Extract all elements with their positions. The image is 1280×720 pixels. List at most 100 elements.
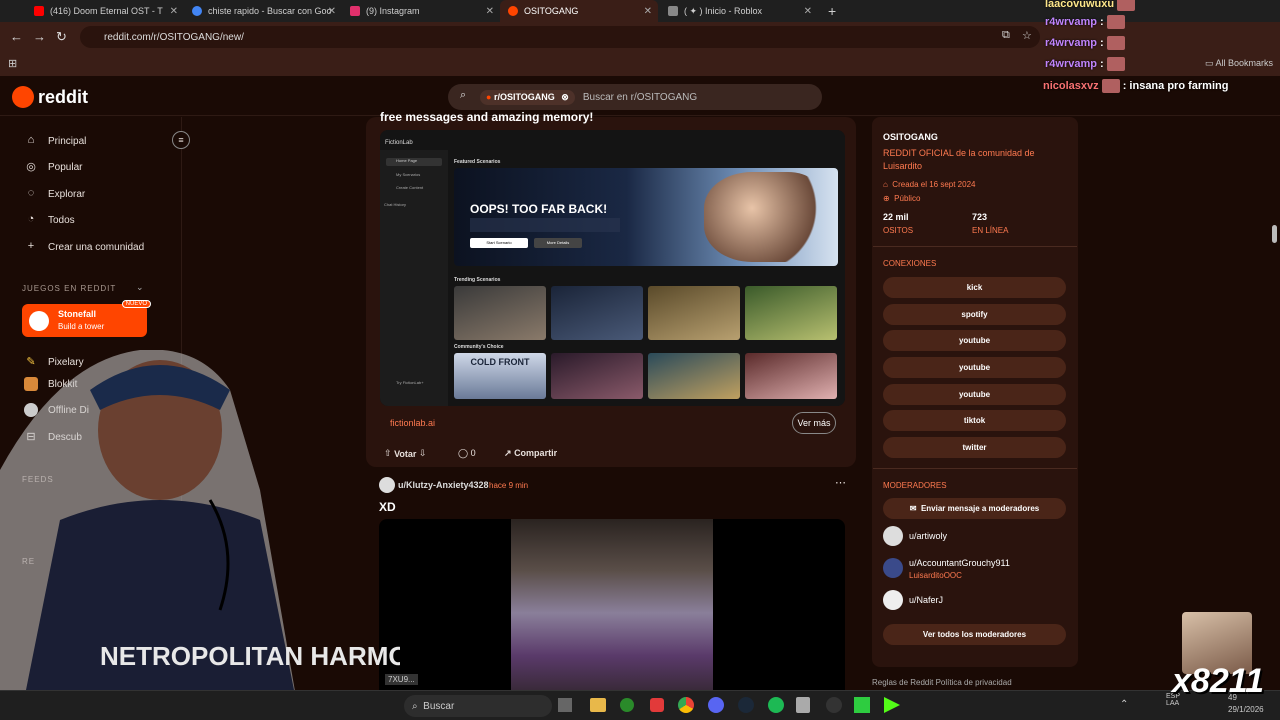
- avatar[interactable]: [883, 526, 903, 546]
- avatar[interactable]: [883, 558, 903, 578]
- connection-twitter[interactable]: twitter: [883, 437, 1066, 458]
- tab-reddit[interactable]: OSITOGANG ✕: [500, 0, 658, 22]
- taskview-icon[interactable]: [558, 698, 572, 712]
- footer-links[interactable]: Reglas de Reddit Política de privacidad: [872, 678, 1012, 687]
- google-icon: [192, 6, 202, 16]
- connection-youtube[interactable]: youtube: [883, 357, 1066, 378]
- post-title[interactable]: free messages and amazing memory!: [380, 110, 593, 124]
- kick-icon[interactable]: [884, 697, 900, 713]
- stonefall-title: Stonefall: [58, 309, 97, 319]
- steam-icon[interactable]: [738, 697, 754, 713]
- app-icon[interactable]: [854, 697, 870, 713]
- chat-text: :: [1100, 36, 1104, 49]
- app-icon[interactable]: [650, 698, 664, 712]
- chevron-down-icon[interactable]: ⌄: [136, 282, 144, 293]
- clear-chip-icon[interactable]: ⊗: [561, 92, 569, 102]
- downvote-icon[interactable]: ⇩: [419, 448, 427, 459]
- sidebar-item-explorar[interactable]: ◌ Explorar: [24, 187, 86, 201]
- sidebar-item-principal[interactable]: ⌂ Principal: [24, 134, 87, 148]
- sidebar-game-blokkit[interactable]: Blokkit: [24, 377, 77, 391]
- post-video[interactable]: 7XU9...: [379, 519, 845, 690]
- share-button[interactable]: ↗ Compartir: [504, 448, 557, 459]
- tab-google[interactable]: chiste rapido - Buscar con Goo ✕: [184, 0, 342, 22]
- all-bookmarks[interactable]: ▭ All Bookmarks: [1205, 58, 1273, 69]
- fl-side-item: Chat History: [384, 202, 407, 207]
- more-options-icon[interactable]: ⋯: [835, 476, 846, 489]
- cold-front-text: COLD FRONT: [470, 357, 530, 367]
- forward-icon[interactable]: →: [33, 29, 46, 44]
- star-icon[interactable]: ☆: [1022, 29, 1032, 42]
- url-field[interactable]: reddit.com/r/OSITOGANG/new/: [80, 26, 1040, 48]
- view-all-moderators-button[interactable]: Ver todos los moderadores: [883, 624, 1066, 645]
- post-link[interactable]: fictionlab.ai: [390, 418, 435, 428]
- close-icon[interactable]: ✕: [486, 6, 494, 17]
- connection-kick[interactable]: kick: [883, 277, 1066, 298]
- comments-button[interactable]: ◯ 0: [458, 448, 476, 459]
- spotify-icon[interactable]: [768, 697, 784, 713]
- taskbar-search[interactable]: ⌕ Buscar: [404, 695, 552, 717]
- explorer-icon[interactable]: [590, 698, 606, 712]
- install-icon[interactable]: ⧉: [1002, 29, 1010, 42]
- reddit-logo[interactable]: reddit: [12, 86, 88, 108]
- sidebar-item-create[interactable]: + Crear una comunidad: [24, 240, 144, 254]
- close-icon[interactable]: ✕: [644, 6, 652, 17]
- comment-count: 0: [470, 448, 476, 458]
- sidebar-game-descub[interactable]: ⊟ Descub: [24, 430, 82, 444]
- connection-spotify[interactable]: spotify: [883, 304, 1066, 325]
- moderator-name[interactable]: u/artiwoly: [909, 531, 947, 541]
- stonefall-game-card[interactable]: Stonefall Build a tower NUEVO: [22, 300, 151, 337]
- emote-icon: [1106, 36, 1125, 50]
- close-icon[interactable]: ✕: [328, 6, 336, 17]
- fl-hero-btn-start: Start Scenario: [470, 238, 528, 248]
- upvote-icon[interactable]: ⇧: [384, 448, 392, 459]
- close-icon[interactable]: ✕: [804, 6, 812, 17]
- reload-icon[interactable]: ↻: [56, 29, 67, 45]
- new-tab-button[interactable]: +: [820, 0, 840, 22]
- sidebar-item-todos[interactable]: ◔ Todos: [24, 213, 75, 227]
- clock-date[interactable]: 29/1/2026: [1228, 705, 1264, 714]
- obs-icon[interactable]: [826, 697, 842, 713]
- post-author[interactable]: u/Klutzy-Anxiety4328: [398, 480, 489, 490]
- globe-icon: ⊕: [883, 194, 890, 203]
- ver-mas-button[interactable]: Ver más: [792, 412, 836, 434]
- members-label: OSITOS: [883, 226, 914, 235]
- fl-hero-desc: [470, 218, 620, 232]
- sidebar-game-offline[interactable]: Offline Di: [24, 403, 89, 417]
- message-mods-label: Enviar mensaje a moderadores: [920, 504, 1040, 513]
- avatar[interactable]: [379, 477, 395, 493]
- tab-roblox[interactable]: ( ✦ ) Inicio - Roblox ✕: [660, 0, 818, 22]
- connection-tiktok[interactable]: tiktok: [883, 410, 1066, 431]
- moderator-name[interactable]: u/AccountantGrouchy911: [909, 558, 1010, 568]
- sidebar-game-pixelary[interactable]: ✎ Pixelary: [24, 355, 83, 369]
- apps-icon[interactable]: ⊞: [8, 57, 17, 70]
- chat-username: r4wrvamp: [1045, 36, 1097, 49]
- connection-youtube[interactable]: youtube: [883, 384, 1066, 405]
- avatar[interactable]: [883, 590, 903, 610]
- close-icon[interactable]: ✕: [170, 6, 178, 17]
- scrollbar-thumb[interactable]: [1272, 225, 1277, 243]
- moderator-name[interactable]: u/NaferJ: [909, 595, 943, 605]
- vote-control[interactable]: ⇧ Votar ⇩: [384, 448, 426, 459]
- post-image[interactable]: FictionLab Home Page My Scenarios Create…: [380, 130, 845, 406]
- fl-community-title: Community's Choice: [454, 344, 504, 350]
- search-community-chip[interactable]: ● r/OSITOGANG ⊗: [480, 89, 575, 105]
- visibility-label: Público: [894, 194, 921, 203]
- search-bar[interactable]: ⌕ ● r/OSITOGANG ⊗ Buscar en r/OSITOGANG: [448, 84, 822, 110]
- sidebar-item-label: Crear una comunidad: [48, 241, 145, 253]
- fl-card: [745, 353, 837, 399]
- app-icon[interactable]: [620, 698, 634, 712]
- chrome-icon[interactable]: [678, 697, 694, 713]
- stonefall-icon: [29, 311, 49, 331]
- back-icon[interactable]: ←: [10, 29, 23, 44]
- chevron-up-icon[interactable]: ⌃: [1120, 699, 1128, 710]
- tab-title: ( ✦ ) Inicio - Roblox: [684, 5, 763, 16]
- discord-icon[interactable]: [708, 697, 724, 713]
- app-icon[interactable]: [796, 697, 810, 713]
- tab-instagram[interactable]: (9) Instagram ✕: [342, 0, 500, 22]
- sidebar-item-popular[interactable]: ◎ Popular: [24, 160, 82, 174]
- message-mods-button[interactable]: ✉ Enviar mensaje a moderadores: [883, 498, 1066, 519]
- menu-toggle-icon[interactable]: ≡: [172, 131, 190, 149]
- tab-doom[interactable]: (416) Doom Eternal OST - T ✕: [26, 0, 184, 22]
- connection-youtube[interactable]: youtube: [883, 330, 1066, 351]
- post-title[interactable]: XD: [379, 500, 396, 514]
